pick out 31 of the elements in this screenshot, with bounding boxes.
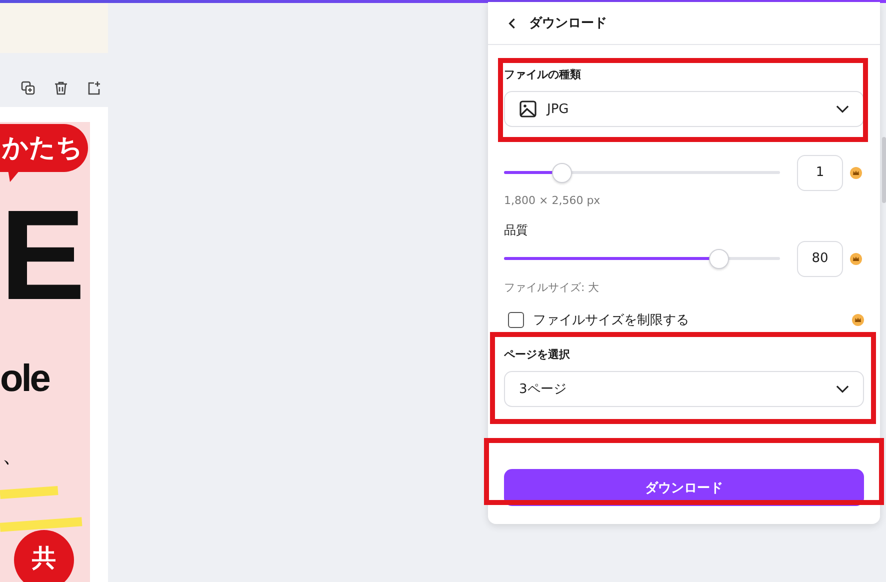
trash-icon[interactable] [53, 80, 69, 96]
size-slider[interactable] [504, 163, 780, 183]
headline-text: E [0, 192, 86, 320]
crown-icon [850, 167, 862, 179]
design-text: 、 [2, 442, 24, 470]
bubble-tail-icon [8, 170, 20, 182]
speech-bubble: かたち [0, 124, 88, 172]
circle-badge: 共 [14, 530, 74, 582]
dimensions-text: 1,800 × 2,560 px [504, 194, 602, 207]
file-type-select[interactable]: JPG [504, 91, 864, 127]
panel-title: ダウンロード [529, 15, 607, 32]
field-label: ページを選択 [504, 347, 571, 362]
duplicate-icon[interactable] [20, 80, 36, 96]
size-input[interactable]: 1 [797, 155, 843, 191]
highlight-stroke [0, 486, 58, 499]
back-icon[interactable] [508, 16, 517, 30]
quality-input[interactable]: 80 [797, 241, 843, 277]
crown-icon [850, 253, 862, 265]
checkbox-label: ファイルサイズを制限する [533, 312, 690, 329]
crown-icon [852, 314, 864, 326]
chevron-down-icon [836, 385, 849, 393]
field-label: ファイルの種類 [504, 67, 582, 82]
quality-slider[interactable] [504, 249, 780, 269]
field-label: 品質 [504, 222, 529, 239]
subline-text: ole [0, 360, 49, 398]
page-select[interactable]: 3ページ [504, 371, 864, 407]
chevron-down-icon [836, 105, 849, 113]
file-size-text: ファイルサイズ: 大 [504, 280, 600, 295]
image-icon [519, 100, 537, 118]
checkbox[interactable] [508, 312, 524, 328]
add-page-icon[interactable] [86, 80, 102, 96]
